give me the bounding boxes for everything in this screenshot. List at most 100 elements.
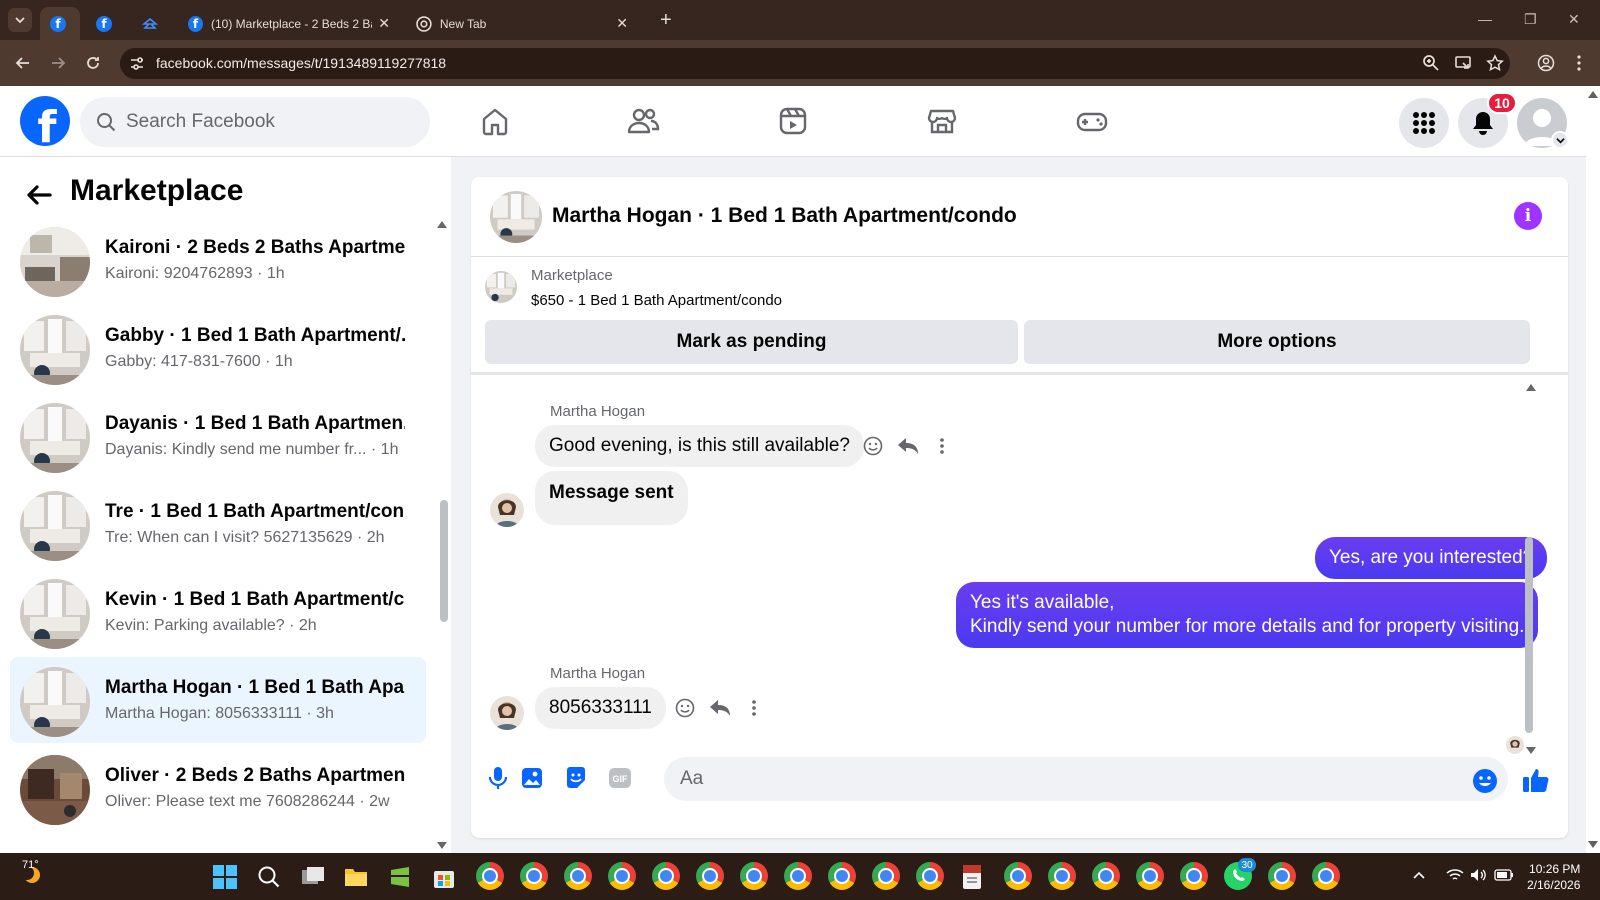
mark-as-pending-button[interactable]: Mark as pending bbox=[485, 320, 1018, 364]
bookmark-star-icon[interactable] bbox=[1484, 52, 1506, 74]
menu-kebab-icon[interactable] bbox=[1568, 52, 1590, 74]
chrome-taskbar-icon[interactable] bbox=[608, 862, 636, 890]
thumbs-up-icon[interactable] bbox=[1521, 765, 1551, 795]
emoji-icon[interactable] bbox=[1470, 766, 1500, 796]
microsoft-store-icon[interactable] bbox=[432, 865, 456, 889]
sticker-icon[interactable] bbox=[561, 763, 591, 793]
chrome-taskbar-icon[interactable] bbox=[784, 862, 812, 890]
info-icon[interactable]: i bbox=[1514, 202, 1542, 230]
volume-icon[interactable] bbox=[1470, 868, 1488, 882]
conversation-oliver[interactable]: Oliver · 2 Beds 2 Baths Apartmen... Oliv… bbox=[10, 745, 426, 831]
message-bubble[interactable]: 8056333111 bbox=[535, 687, 666, 729]
tab-close-icon[interactable]: ✕ bbox=[378, 15, 390, 32]
chat-scrollbar[interactable] bbox=[1525, 537, 1533, 733]
browser-tab-new-tab[interactable]: New Tab ✕ bbox=[406, 7, 638, 40]
listing-avatar[interactable] bbox=[490, 191, 542, 243]
wifi-icon[interactable] bbox=[1446, 868, 1464, 882]
conversation-martha-hogan[interactable]: Martha Hogan · 1 Bed 1 Bath Apa... Marth… bbox=[10, 657, 426, 743]
reload-button[interactable] bbox=[80, 50, 106, 76]
nav-home[interactable] bbox=[475, 103, 515, 139]
microphone-icon[interactable] bbox=[483, 763, 513, 793]
page-scrollbar[interactable] bbox=[1586, 86, 1600, 853]
browser-tab-3[interactable] bbox=[132, 7, 172, 40]
task-view-icon[interactable] bbox=[301, 866, 325, 888]
url-text[interactable]: facebook.com/messages/t/1913489119277818 bbox=[156, 55, 446, 71]
photo-icon[interactable] bbox=[517, 763, 547, 793]
search-icon[interactable] bbox=[257, 865, 281, 889]
react-icon[interactable] bbox=[861, 434, 885, 458]
chrome-taskbar-icon[interactable] bbox=[740, 862, 768, 890]
account-dropdown[interactable] bbox=[1551, 131, 1569, 149]
conversation-dayanis[interactable]: Dayanis · 1 Bed 1 Bath Apartmen... Dayan… bbox=[10, 393, 426, 479]
chrome-taskbar-icon[interactable] bbox=[916, 862, 944, 890]
scroll-up-arrow[interactable] bbox=[1588, 90, 1598, 98]
nav-watch[interactable] bbox=[773, 103, 813, 139]
nav-friends[interactable] bbox=[623, 103, 663, 139]
excel-icon[interactable] bbox=[389, 866, 411, 888]
new-tab-button[interactable]: + bbox=[660, 9, 672, 32]
chrome-taskbar-icon[interactable] bbox=[564, 862, 592, 890]
document-app-icon[interactable] bbox=[960, 864, 984, 890]
scroll-up-arrow[interactable] bbox=[1526, 383, 1536, 391]
chrome-taskbar-icon[interactable] bbox=[652, 862, 680, 890]
windows-start-icon[interactable] bbox=[213, 865, 237, 889]
back-button[interactable] bbox=[24, 180, 54, 210]
conversation-gabby[interactable]: Gabby · 1 Bed 1 Bath Apartment/... Gabby… bbox=[10, 305, 426, 391]
chrome-taskbar-icon[interactable] bbox=[1136, 862, 1164, 890]
more-options-button[interactable]: More options bbox=[1024, 320, 1530, 364]
weather-temperature[interactable]: 71° bbox=[22, 859, 39, 871]
chrome-taskbar-icon[interactable] bbox=[1092, 862, 1120, 890]
chrome-taskbar-icon[interactable] bbox=[1268, 862, 1296, 890]
back-button[interactable] bbox=[10, 50, 36, 76]
nav-gaming[interactable] bbox=[1072, 103, 1112, 139]
chevron-up-icon[interactable] bbox=[1412, 870, 1426, 880]
tab-search-dropdown[interactable] bbox=[8, 8, 32, 32]
reply-icon[interactable] bbox=[896, 434, 920, 458]
sender-avatar[interactable] bbox=[490, 493, 524, 527]
chrome-taskbar-icon[interactable] bbox=[828, 862, 856, 890]
conversation-kaironi[interactable]: Kaironi · 2 Beds 2 Baths Apartme... Kair… bbox=[10, 217, 426, 303]
zoom-icon[interactable] bbox=[1420, 52, 1442, 74]
gif-icon[interactable]: GIF bbox=[605, 763, 635, 793]
minimize-button[interactable]: — bbox=[1478, 11, 1492, 27]
listing-price-title[interactable]: $650 - 1 Bed 1 Bath Apartment/condo bbox=[531, 292, 782, 309]
react-icon[interactable] bbox=[673, 696, 697, 720]
message-input[interactable]: Aa bbox=[664, 757, 1508, 801]
message-bubble[interactable]: Good evening, is this still available? bbox=[535, 425, 865, 467]
battery-icon[interactable] bbox=[1494, 869, 1514, 881]
close-window-button[interactable]: ✕ bbox=[1568, 11, 1580, 28]
more-icon[interactable] bbox=[930, 434, 954, 458]
conversation-list-scrollbar[interactable] bbox=[440, 500, 448, 622]
chrome-taskbar-icon[interactable] bbox=[520, 862, 548, 890]
tab-close-icon[interactable]: ✕ bbox=[616, 15, 628, 32]
site-info-icon[interactable] bbox=[128, 55, 146, 73]
scroll-down-arrow[interactable] bbox=[437, 842, 447, 850]
chrome-taskbar-icon[interactable] bbox=[1048, 862, 1076, 890]
reply-icon[interactable] bbox=[708, 696, 732, 720]
profile-icon[interactable] bbox=[1535, 52, 1557, 74]
browser-tab-1[interactable]: f bbox=[40, 7, 80, 40]
browser-tab-2[interactable]: f bbox=[86, 7, 126, 40]
outgoing-message-bubble[interactable]: Yes it's available, Kindly send your num… bbox=[956, 582, 1539, 648]
forward-button[interactable] bbox=[45, 50, 71, 76]
outgoing-message-bubble[interactable]: Yes, are you interested? bbox=[1315, 537, 1548, 579]
browser-tab-marketplace[interactable]: f (10) Marketplace - 2 Beds 2 Bat ✕ bbox=[178, 7, 400, 40]
file-explorer-icon[interactable] bbox=[344, 866, 368, 888]
more-icon[interactable] bbox=[742, 696, 766, 720]
chrome-taskbar-icon[interactable] bbox=[696, 862, 724, 890]
conversation-kevin[interactable]: Kevin · 1 Bed 1 Bath Apartment/c... Kevi… bbox=[10, 569, 426, 655]
chat-title[interactable]: Martha Hogan · 1 Bed 1 Bath Apartment/co… bbox=[552, 204, 1017, 228]
conversation-tre[interactable]: Tre · 1 Bed 1 Bath Apartment/con... Tre:… bbox=[10, 481, 426, 567]
chrome-taskbar-icon[interactable] bbox=[1004, 862, 1032, 890]
chrome-taskbar-icon[interactable] bbox=[1312, 862, 1340, 890]
chrome-taskbar-icon[interactable] bbox=[872, 862, 900, 890]
system-clock[interactable]: 10:26 PM 2/16/2026 bbox=[1527, 861, 1580, 893]
menu-button[interactable] bbox=[1399, 98, 1449, 148]
message-sent-card[interactable]: Message sent bbox=[535, 471, 688, 525]
nav-marketplace[interactable] bbox=[922, 103, 962, 139]
search-input[interactable]: Search Facebook bbox=[80, 97, 430, 147]
cast-icon[interactable] bbox=[1452, 52, 1474, 74]
restore-button[interactable]: ❐ bbox=[1524, 11, 1537, 28]
sender-avatar[interactable] bbox=[490, 696, 524, 730]
scroll-up-arrow[interactable] bbox=[437, 220, 447, 228]
